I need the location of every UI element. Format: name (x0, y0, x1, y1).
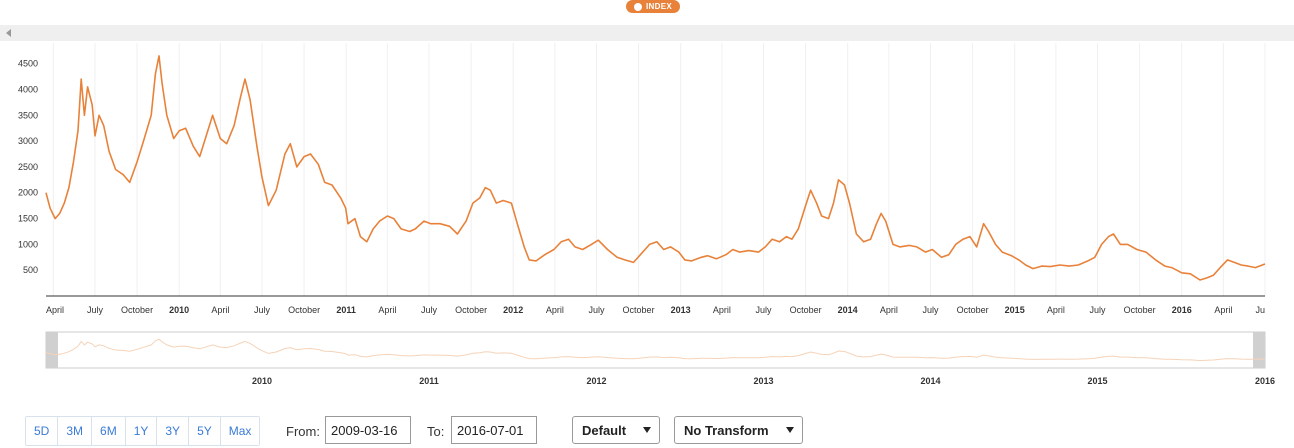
x-tick-label: April (1214, 305, 1232, 315)
x-tick-label: July (922, 305, 939, 315)
caret-down-icon (643, 427, 651, 433)
range-button-5y[interactable]: 5Y (189, 417, 221, 445)
caret-down-icon (786, 427, 794, 433)
from-label: From: (286, 424, 320, 439)
controls-bar: 5D3M6M1Y3Y5YMax From: To: Default No Tra… (0, 414, 1294, 448)
navigator-tick-label: 2014 (920, 376, 940, 386)
y-tick-label: 500 (23, 265, 38, 275)
x-tick-label: April (211, 305, 229, 315)
x-tick-label: July (1090, 305, 1107, 315)
x-tick-label: July (755, 305, 772, 315)
x-tick-label: 2012 (503, 305, 523, 315)
x-tick-label: April (46, 305, 64, 315)
main-chart: 500 1000 1500 2000 2500 3000 3500 4000 4500 Apri… (18, 43, 1266, 315)
x-tick-label: April (713, 305, 731, 315)
transform-select[interactable]: No Transform (674, 416, 803, 444)
navigator-tick-label: 2016 (1255, 376, 1275, 386)
range-button-max[interactable]: Max (220, 417, 260, 445)
transform-select-value: No Transform (684, 422, 769, 438)
navigator-tick-label: 2011 (419, 376, 439, 386)
x-tick-label: October (623, 305, 655, 315)
x-tick-label: October (790, 305, 822, 315)
x-tick-label: October (1124, 305, 1156, 315)
x-tick-label: October (121, 305, 153, 315)
to-date-input[interactable] (451, 416, 537, 444)
x-tick-label: 2011 (336, 305, 356, 315)
navigator-tick-label: 2013 (753, 376, 773, 386)
range-button-6m[interactable]: 6M (92, 417, 126, 445)
from-date-input[interactable] (325, 416, 411, 444)
to-label: To: (427, 424, 445, 439)
navigator-frame (45, 331, 1266, 369)
x-tick-label: July (421, 305, 438, 315)
x-tick-label: July (254, 305, 271, 315)
x-tick-label: 2015 (1005, 305, 1025, 315)
mode-select[interactable]: Default (572, 416, 660, 444)
y-tick-label: 3000 (18, 136, 38, 146)
x-tick-label: 2013 (671, 305, 691, 315)
range-button-1y[interactable]: 1Y (125, 417, 158, 445)
range-button-5d[interactable]: 5D (26, 417, 59, 445)
x-tick-label: April (546, 305, 564, 315)
x-tick-label: 2016 (1172, 305, 1192, 315)
navigator[interactable]: 2010 2011 2012 2013 2014 2015 2016 (0, 330, 1294, 390)
x-tick-label: April (378, 305, 396, 315)
y-tick-label: 2000 (18, 188, 38, 198)
y-tick-label: 2500 (18, 162, 38, 172)
navigator-right-handle[interactable] (1253, 332, 1265, 368)
x-tick-label: 2010 (169, 305, 189, 315)
x-tick-label: 2014 (838, 305, 858, 315)
x-tick-label: July (87, 305, 104, 315)
range-button-3m[interactable]: 3M (58, 417, 93, 445)
y-tick-label: 4500 (18, 59, 38, 69)
navigator-tick-label: 2015 (1088, 376, 1108, 386)
x-tick-label: April (1047, 305, 1065, 315)
x-tick-label: Ju (1255, 305, 1265, 315)
range-selector: 5D 3M 6M 1Y 3Y 5Y Max (25, 416, 261, 446)
y-tick-label: 1500 (18, 214, 38, 224)
x-tick-label: October (288, 305, 320, 315)
navigator-tick-label: 2012 (586, 376, 606, 386)
x-tick-label: October (957, 305, 989, 315)
y-tick-label: 4000 (18, 84, 38, 94)
mode-select-value: Default (582, 422, 627, 438)
x-tick-label: April (880, 305, 898, 315)
range-button-3y[interactable]: 3Y (157, 417, 190, 445)
x-tick-label: July (588, 305, 605, 315)
x-tick-label: October (455, 305, 487, 315)
navigator-left-handle[interactable] (46, 332, 58, 368)
navigator-tick-label: 2010 (252, 376, 272, 386)
y-tick-label: 1000 (18, 239, 38, 249)
series-line-index (45, 55, 1266, 281)
y-tick-label: 3500 (18, 110, 38, 120)
